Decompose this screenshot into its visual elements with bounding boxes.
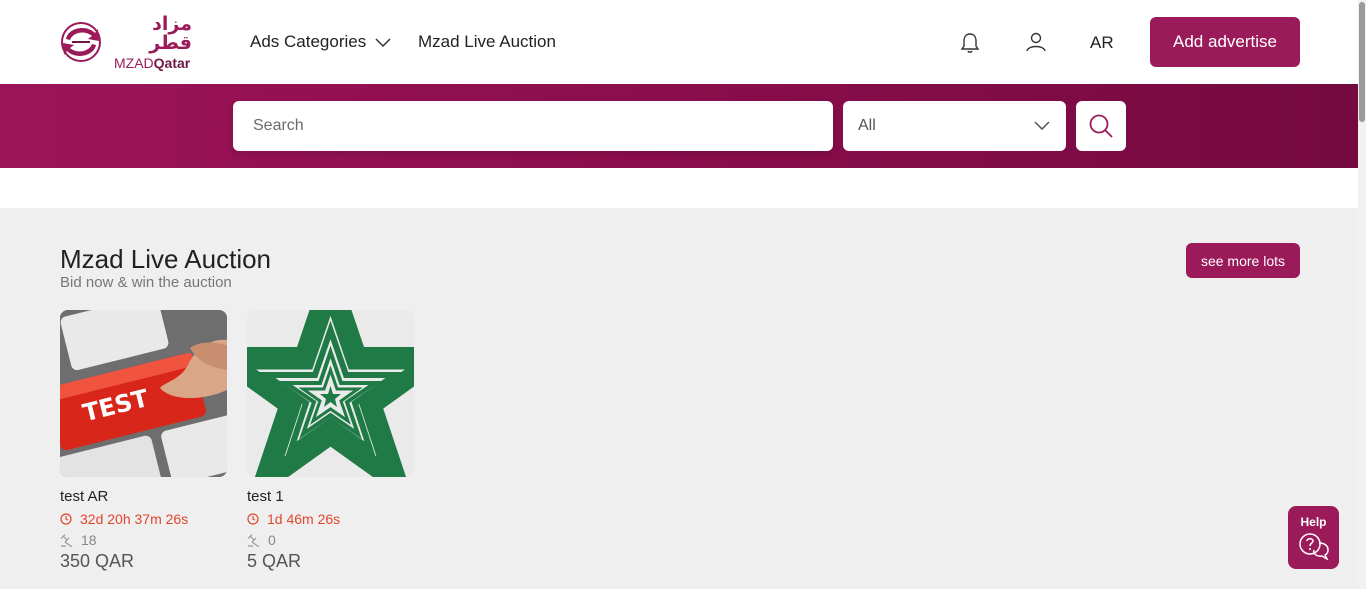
time-left: 32d 20h 37m 26s <box>80 511 189 527</box>
test-keyboard-image: TEST <box>60 310 227 477</box>
auction-card[interactable]: test 1 1d 46m 26s 0 5 QAR <box>247 310 414 572</box>
clock-icon <box>60 513 72 525</box>
auction-card-image[interactable]: TEST <box>60 310 227 477</box>
chevron-down-icon <box>1034 121 1050 130</box>
search-input[interactable] <box>233 101 833 151</box>
chevron-down-icon <box>375 38 391 47</box>
category-select[interactable]: All <box>843 101 1066 151</box>
logo-en-light: MZAD <box>114 54 154 71</box>
auction-card[interactable]: TEST test AR 32d 20h 37m 26s 18 350 QAR <box>60 310 227 572</box>
category-select-value: All <box>858 117 876 134</box>
clock-icon <box>247 513 259 525</box>
bids-value: 0 <box>268 532 276 548</box>
logo-arrows-icon <box>61 22 101 62</box>
ads-categories-menu[interactable]: Ads Categories <box>250 32 391 52</box>
ads-categories-label: Ads Categories <box>250 32 367 51</box>
green-star-pattern-image <box>247 310 414 477</box>
auction-timer: 1d 46m 26s <box>247 511 414 527</box>
add-advertise-button[interactable]: Add advertise <box>1150 17 1300 67</box>
section-subtitle: Bid now & win the auction <box>60 274 232 291</box>
auction-item-name[interactable]: test 1 <box>247 488 414 505</box>
logo-arabic: مزاد قطر <box>149 12 192 54</box>
bid-count: 18 <box>60 532 227 548</box>
search-band: All <box>0 84 1358 168</box>
mzad-qatar-logo[interactable]: مزاد قطر MZADQatar <box>58 14 198 70</box>
see-more-lots-button[interactable]: see more lots <box>1186 243 1300 278</box>
auction-item-name[interactable]: test AR <box>60 488 227 505</box>
top-header: مزاد قطر MZADQatar Ads Categories Mzad L… <box>0 0 1358 84</box>
help-label: Help <box>1300 515 1327 529</box>
live-auction-section: Mzad Live Auction Bid now & win the auct… <box>0 208 1358 589</box>
gavel-icon <box>247 533 260 547</box>
nav-live-auction-link[interactable]: Mzad Live Auction <box>418 32 556 52</box>
gavel-icon <box>60 533 73 547</box>
logo-english: MZADQatar <box>114 56 192 70</box>
section-title: Mzad Live Auction <box>60 244 272 274</box>
bids-value: 18 <box>81 532 97 548</box>
help-widget-button[interactable]: Help <box>1288 506 1339 569</box>
auction-timer: 32d 20h 37m 26s <box>60 511 227 527</box>
bell-icon[interactable] <box>958 31 982 55</box>
auction-price: 350 QAR <box>60 551 135 571</box>
auction-price: 5 QAR <box>247 551 302 571</box>
chat-question-icon <box>1298 533 1329 560</box>
logo-text: مزاد قطر MZADQatar <box>114 12 192 70</box>
bid-count: 0 <box>247 532 414 548</box>
user-icon[interactable] <box>1024 30 1048 54</box>
logo-en-bold: Qatar <box>153 54 191 71</box>
language-switch[interactable]: AR <box>1090 33 1114 53</box>
search-button[interactable] <box>1076 101 1126 151</box>
search-icon <box>1089 114 1113 138</box>
auction-card-image[interactable] <box>247 310 414 477</box>
time-left: 1d 46m 26s <box>267 511 341 527</box>
page-scrollbar-thumb[interactable] <box>1359 2 1365 122</box>
